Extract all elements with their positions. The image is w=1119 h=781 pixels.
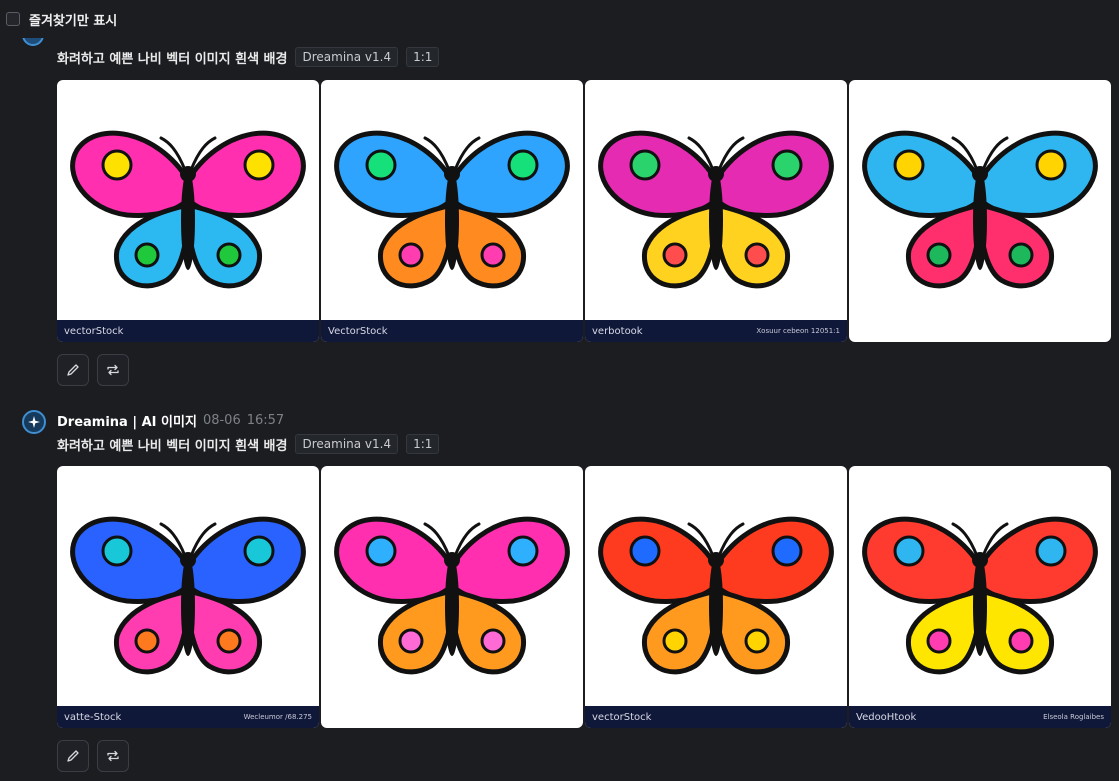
regenerate-button[interactable] [97, 354, 129, 386]
generated-image-tile[interactable]: vectorStock [57, 80, 319, 342]
timestamp-date: 08-06 [202, 413, 241, 428]
edit-button[interactable] [57, 354, 89, 386]
butterfly-image [334, 130, 570, 289]
prompt-row: 화려하고 예쁜 나비 벡터 이미지 흰색 배경 Dreamina v1.4 1:… [57, 434, 440, 454]
butterfly-image [862, 130, 1098, 289]
butterfly-image [70, 130, 306, 289]
watermark-left: vatte-Stock [64, 711, 122, 723]
image-grid: vectorStock VectorStock verbotook Xosuur … [57, 80, 1111, 342]
edit-button[interactable] [57, 740, 89, 772]
ratio-tag: 1:1 [406, 434, 440, 454]
generated-image-tile[interactable]: vectorStock [585, 466, 847, 728]
model-tag: Dreamina v1.4 [295, 434, 399, 454]
sender-name[interactable]: Dreamina | AI 이미지 [57, 411, 197, 430]
prompt-text: 화려하고 예쁜 나비 벡터 이미지 흰색 배경 [57, 438, 288, 454]
watermark-left: vectorStock [592, 711, 652, 723]
prompt-text: 화려하고 예쁜 나비 벡터 이미지 흰색 배경 [57, 51, 288, 67]
message-actions [57, 740, 129, 772]
butterfly-image [334, 516, 570, 675]
generated-image-tile[interactable]: VedooHtook Elseola Roglaibes [849, 466, 1111, 728]
timestamp-time: 16:57 [246, 413, 285, 428]
favorites-only-checkbox[interactable] [6, 12, 20, 26]
bot-avatar [22, 410, 46, 434]
pencil-icon [67, 364, 79, 376]
generated-image-tile[interactable]: VectorStock [321, 80, 583, 342]
butterfly-image [598, 516, 834, 675]
favorites-filter-bar: 즐겨찾기만 표시 [0, 0, 1119, 38]
butterfly-image [598, 130, 834, 289]
watermark-left: verbotook [592, 325, 643, 337]
image-grid: vatte-Stock Wecleumor /68.275 vectorStock [57, 466, 1111, 728]
image-watermark: vectorStock [57, 320, 319, 342]
generated-image-tile[interactable]: verbotook Xosuur cebeon 12051:1 [585, 80, 847, 342]
pencil-icon [67, 750, 79, 762]
watermark-left: vectorStock [64, 325, 124, 337]
image-watermark: VedooHtook Elseola Roglaibes [849, 706, 1111, 728]
watermark-left: VedooHtook [856, 711, 917, 723]
butterfly-image [70, 516, 306, 675]
repeat-icon [107, 364, 119, 376]
image-watermark: VectorStock [321, 320, 583, 342]
sparkle-icon [28, 416, 40, 428]
generated-image-tile[interactable] [849, 80, 1111, 342]
favorites-only-label[interactable]: 즐겨찾기만 표시 [29, 10, 117, 29]
watermark-right: Wecleumor /68.275 [243, 713, 312, 721]
regenerate-button[interactable] [97, 740, 129, 772]
generated-image-tile[interactable]: vatte-Stock Wecleumor /68.275 [57, 466, 319, 728]
watermark-right: Elseola Roglaibes [1043, 713, 1104, 721]
prompt-row: 화려하고 예쁜 나비 벡터 이미지 흰색 배경 Dreamina v1.4 1:… [57, 47, 440, 67]
watermark-right: Xosuur cebeon 12051:1 [756, 327, 840, 335]
message-header: Dreamina | AI 이미지 08-06 16:57 [57, 411, 284, 430]
repeat-icon [107, 750, 119, 762]
image-watermark: verbotook Xosuur cebeon 12051:1 [585, 320, 847, 342]
image-watermark: vectorStock [585, 706, 847, 728]
butterfly-image [862, 516, 1098, 675]
ratio-tag: 1:1 [406, 47, 440, 67]
image-watermark: vatte-Stock Wecleumor /68.275 [57, 706, 319, 728]
generated-image-tile[interactable] [321, 466, 583, 728]
watermark-left: VectorStock [328, 325, 388, 337]
message-actions [57, 354, 129, 386]
model-tag: Dreamina v1.4 [295, 47, 399, 67]
